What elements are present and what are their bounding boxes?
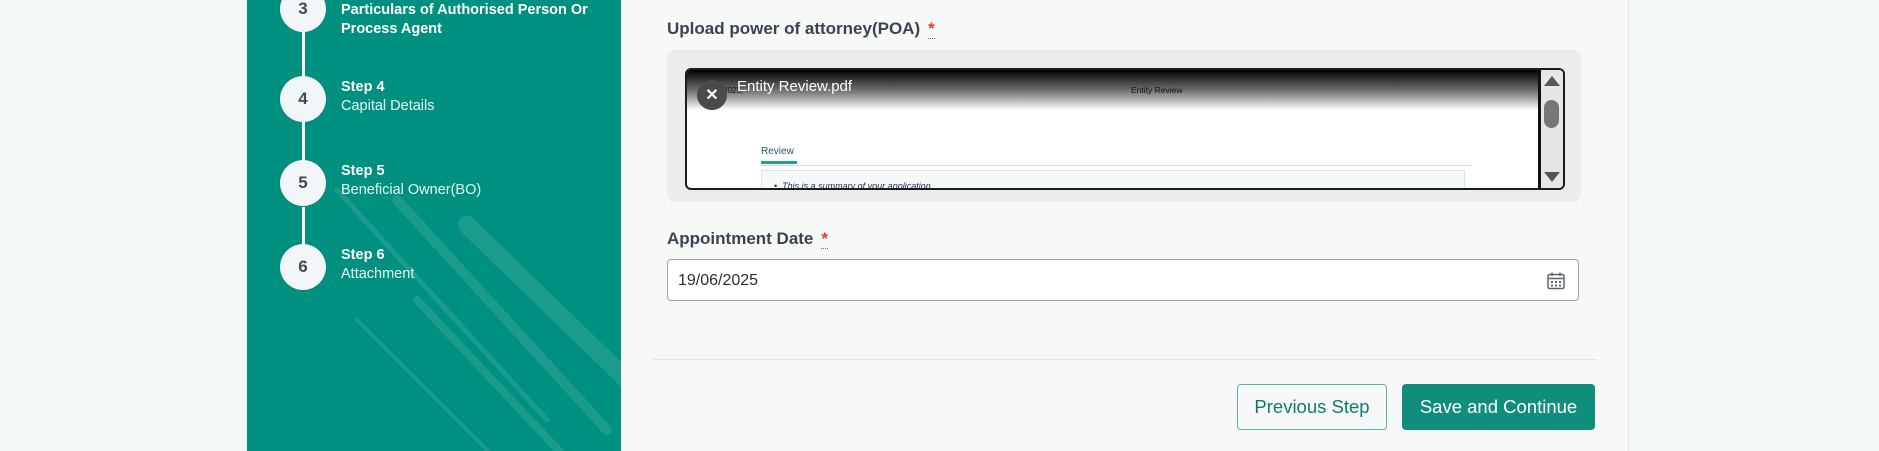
step-subtitle: Particulars of Authorised Person Or: [341, 2, 588, 18]
pdf-divider: [761, 165, 1471, 166]
stepper-sidebar: 3 Particulars of Authorised Person Or Pr…: [247, 0, 621, 451]
step-4-text[interactable]: Step 4 Capital Details: [341, 78, 435, 116]
form-card: Upload power of attorney(POA) * 2025, Ent…: [621, 0, 1629, 451]
step-3-text[interactable]: Particulars of Authorised Person Or Proc…: [341, 1, 588, 39]
step-subtitle: Attachment: [341, 266, 415, 282]
remove-file-button[interactable]: ✕: [697, 80, 727, 110]
step-title: Step 4: [341, 79, 385, 95]
appointment-date-label-text: Appointment Date: [667, 229, 814, 248]
step-number: 5: [298, 173, 308, 192]
pdf-tab-underline: [761, 161, 797, 164]
step-subtitle: Beneficial Owner(BO): [341, 182, 482, 198]
step-subtitle: Process Agent: [341, 21, 442, 37]
step-number: 4: [298, 89, 308, 108]
appointment-date-input[interactable]: 19/06/2025: [667, 259, 1579, 301]
pdf-summary-box: • This is a summary of your application: [761, 170, 1465, 190]
close-icon: ✕: [705, 87, 719, 104]
step-title: Step 6: [341, 247, 385, 263]
step-5-text[interactable]: Step 5 Beneficial Owner(BO): [341, 162, 481, 200]
required-mark: *: [821, 229, 829, 249]
appointment-date-label: Appointment Date *: [667, 229, 829, 249]
pdf-preview[interactable]: 2025, Entity Review Entity Review.pdf ✕ …: [685, 68, 1565, 190]
step-6-text[interactable]: Step 6 Attachment: [341, 246, 414, 284]
previous-step-button[interactable]: Previous Step: [1237, 384, 1387, 430]
pdf-page-header: Entity Review: [1131, 85, 1183, 95]
pdf-scrollbar[interactable]: [1538, 70, 1563, 188]
save-and-continue-button[interactable]: Save and Continue: [1402, 384, 1595, 430]
poa-label-text: Upload power of attorney(POA): [667, 19, 921, 38]
step-number: 6: [298, 257, 308, 276]
required-mark: *: [928, 19, 935, 39]
pdf-filename: Entity Review.pdf: [737, 78, 853, 95]
scroll-thumb[interactable]: [1544, 100, 1559, 128]
step-5-circle[interactable]: 5: [280, 160, 326, 206]
appointment-date-value: 19/06/2025: [678, 272, 759, 289]
step-4-circle[interactable]: 4: [280, 76, 326, 122]
step-title: Step 5: [341, 163, 385, 179]
calendar-icon[interactable]: [1546, 271, 1566, 291]
step-6-circle[interactable]: 6: [280, 244, 326, 290]
step-number: 3: [298, 0, 308, 18]
step-subtitle: Capital Details: [341, 98, 435, 114]
pdf-summary-value: This is a summary of your application: [782, 181, 931, 190]
scroll-down-icon[interactable]: [1544, 172, 1560, 182]
poa-label: Upload power of attorney(POA) *: [667, 19, 935, 39]
pdf-summary-text: • This is a summary of your application: [774, 181, 931, 190]
scroll-up-icon[interactable]: [1544, 76, 1560, 86]
footer-divider: [653, 359, 1597, 360]
poa-upload-area[interactable]: 2025, Entity Review Entity Review.pdf ✕ …: [667, 50, 1581, 202]
pdf-section-title: Review: [761, 146, 794, 157]
